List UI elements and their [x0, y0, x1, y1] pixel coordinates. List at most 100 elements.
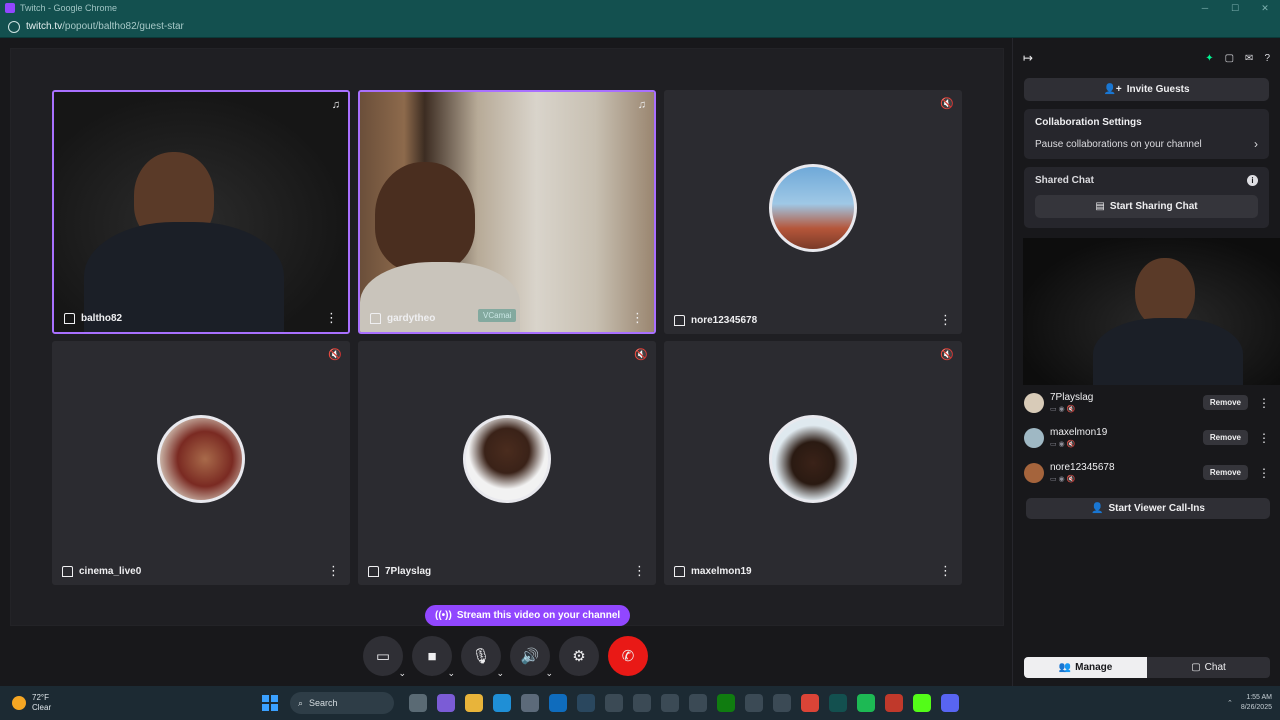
guest-name: nore12345678 — [1050, 462, 1115, 473]
screen-share-button[interactable]: ▭ ⌄ — [363, 636, 406, 679]
muted-mic-icon: 🔇 — [328, 349, 342, 361]
address-bar[interactable]: twitch.tv/popout/baltho82/guest-star — [0, 16, 1280, 38]
remove-guest-button[interactable]: Remove — [1202, 430, 1248, 445]
remove-guest-button[interactable]: Remove — [1202, 395, 1248, 410]
kebab-menu-icon[interactable]: ⋮ — [1258, 396, 1270, 410]
collapse-panel-icon[interactable]: ↦ — [1023, 51, 1033, 65]
kick-icon[interactable] — [913, 694, 931, 712]
video-feed — [54, 92, 348, 332]
guest-tile-cinema_live0[interactable]: 🔇 cinema_live0 ⋮ — [52, 341, 350, 585]
guest-tile-7Playslag[interactable]: 🔇 7Playslag ⋮ — [358, 341, 656, 585]
tab-manage[interactable]: 👥 Manage — [1024, 657, 1147, 678]
chevron-up-icon[interactable]: ⌃ — [1227, 699, 1233, 707]
outlook-icon[interactable] — [549, 694, 567, 712]
app-icon[interactable] — [745, 694, 763, 712]
start-sharing-chat-button[interactable]: ▤ Start Sharing Chat — [1035, 195, 1258, 218]
app-icon[interactable] — [773, 694, 791, 712]
invite-guests-button[interactable]: 👤+ Invite Guests — [1024, 78, 1269, 101]
guest-list: 7Playslag ▭ ◉ 🔇 Remove ⋮ maxelmon19 ▭ ◉ … — [1024, 385, 1270, 490]
camera-button[interactable]: ■ ⌄ — [412, 636, 455, 679]
call-controls: ▭ ⌄ ■ ⌄ 🎙 ⌄ 🔊 ⌄ ⚙ ✆ — [363, 636, 657, 679]
chevron-down-icon[interactable]: ⌄ — [545, 668, 553, 679]
tile-name-row: maxelmon19 — [674, 566, 752, 577]
xbox-icon[interactable] — [717, 694, 735, 712]
avatar — [157, 415, 245, 503]
mail-icon[interactable]: ✉ — [1245, 53, 1253, 64]
pause-collaborations-row[interactable]: Pause collaborations on your channel › — [1035, 137, 1258, 151]
copilot-icon[interactable] — [437, 694, 455, 712]
mic-button[interactable]: 🎙 ⌄ — [461, 636, 504, 679]
mod-view-icon[interactable]: ▢ — [1225, 53, 1234, 64]
guest-info: 7Playslag ▭ ◉ 🔇 — [1050, 392, 1093, 413]
stream-video-button[interactable]: ((•)) Stream this video on your channel — [425, 605, 631, 626]
chrome-icon[interactable] — [801, 694, 819, 712]
twitch-favicon-icon — [5, 3, 15, 13]
app-icon[interactable] — [661, 694, 679, 712]
kebab-menu-icon[interactable]: ⋮ — [1258, 466, 1270, 480]
guest-name: maxelmon19 — [1050, 427, 1108, 438]
invite-guests-label: Invite Guests — [1126, 84, 1190, 95]
windows-start-icon[interactable] — [262, 695, 278, 711]
task-view-icon[interactable] — [409, 694, 427, 712]
twitch-glitch-icon — [62, 566, 73, 577]
collaboration-settings-title: Collaboration Settings — [1035, 117, 1142, 128]
kebab-menu-icon[interactable]: ⋮ — [327, 564, 340, 577]
app-icon[interactable] — [633, 694, 651, 712]
twitch-glitch-icon — [674, 315, 685, 326]
taskbar-search[interactable]: ⌕ Search — [290, 692, 394, 714]
minimize-icon[interactable]: ─ — [1190, 3, 1220, 14]
store-icon[interactable] — [521, 694, 539, 712]
maximize-icon[interactable]: ☐ — [1220, 3, 1250, 14]
help-icon[interactable]: ? — [1264, 53, 1270, 64]
settings-button[interactable]: ⚙ — [559, 636, 599, 676]
info-icon[interactable]: i — [1247, 175, 1258, 186]
app-icon[interactable] — [689, 694, 707, 712]
clock[interactable]: 1:55 AM 8/26/2025 — [1241, 693, 1272, 713]
guest-tile-baltho82[interactable]: ♫ baltho82 ⋮ — [52, 90, 350, 334]
kebab-menu-icon[interactable]: ⋮ — [939, 313, 952, 326]
url-host: twitch.tv — [26, 21, 63, 32]
stream-video-label: Stream this video on your channel — [456, 610, 621, 621]
kebab-menu-icon[interactable]: ⋮ — [325, 311, 338, 324]
discord-icon[interactable] — [941, 694, 959, 712]
guest-tile-nore12345678[interactable]: 🔇 nore12345678 ⋮ — [664, 90, 962, 334]
guest-name: gardytheo — [387, 313, 436, 324]
app-icon[interactable] — [885, 694, 903, 712]
kebab-menu-icon[interactable]: ⋮ — [633, 564, 646, 577]
edge-icon[interactable] — [493, 694, 511, 712]
end-call-button[interactable]: ✆ — [608, 636, 648, 676]
guest-tile-maxelmon19[interactable]: 🔇 maxelmon19 ⋮ — [664, 341, 962, 585]
tab-chat[interactable]: ▢ Chat — [1147, 657, 1270, 678]
kebab-menu-icon[interactable]: ⋮ — [1258, 431, 1270, 445]
weather-widget[interactable]: 72°F Clear — [0, 693, 160, 713]
remove-guest-button[interactable]: Remove — [1202, 465, 1248, 480]
guest-name: cinema_live0 — [79, 566, 142, 577]
sparkle-icon[interactable]: ✦ — [1205, 53, 1213, 64]
guest-star-main: ♫ baltho82 ⋮ ♫ VCamai gardytheo ⋮ 🔇 nore… — [0, 38, 1012, 686]
chevron-down-icon[interactable]: ⌄ — [447, 668, 455, 679]
twitch-glitch-icon — [674, 566, 685, 577]
speaker-button[interactable]: 🔊 ⌄ — [510, 636, 553, 679]
chat-icon: ▤ — [1095, 201, 1105, 212]
video-grid: ♫ baltho82 ⋮ ♫ VCamai gardytheo ⋮ 🔇 nore… — [10, 48, 1004, 626]
manage-icon: 👥 — [1058, 662, 1072, 673]
file-explorer-icon[interactable] — [465, 694, 483, 712]
site-info-icon[interactable] — [8, 20, 20, 33]
url-path: /popout/baltho82/guest-star — [62, 21, 184, 32]
shared-chat-card: Shared Chat i ▤ Start Sharing Chat — [1024, 167, 1269, 228]
kebab-menu-icon[interactable]: ⋮ — [631, 311, 644, 324]
start-viewer-call-ins-button[interactable]: 👤 Start Viewer Call-Ins — [1026, 498, 1270, 519]
broadcast-icon: ((•)) — [435, 610, 452, 621]
kebab-menu-icon[interactable]: ⋮ — [939, 564, 952, 577]
steam-icon[interactable] — [577, 694, 595, 712]
guest-info: maxelmon19 ▭ ◉ 🔇 — [1050, 427, 1107, 448]
chevron-down-icon[interactable]: ⌄ — [398, 668, 406, 679]
chevron-right-icon: › — [1254, 137, 1258, 151]
app-icon[interactable] — [605, 694, 623, 712]
guest-tile-gardytheo[interactable]: ♫ VCamai gardytheo ⋮ — [358, 90, 656, 334]
list-item: maxelmon19 ▭ ◉ 🔇 Remove ⋮ — [1024, 420, 1270, 455]
close-icon[interactable]: ✕ — [1250, 3, 1280, 14]
chrome-app-icon[interactable] — [829, 694, 847, 712]
spotify-icon[interactable] — [857, 694, 875, 712]
chevron-down-icon[interactable]: ⌄ — [496, 668, 504, 679]
